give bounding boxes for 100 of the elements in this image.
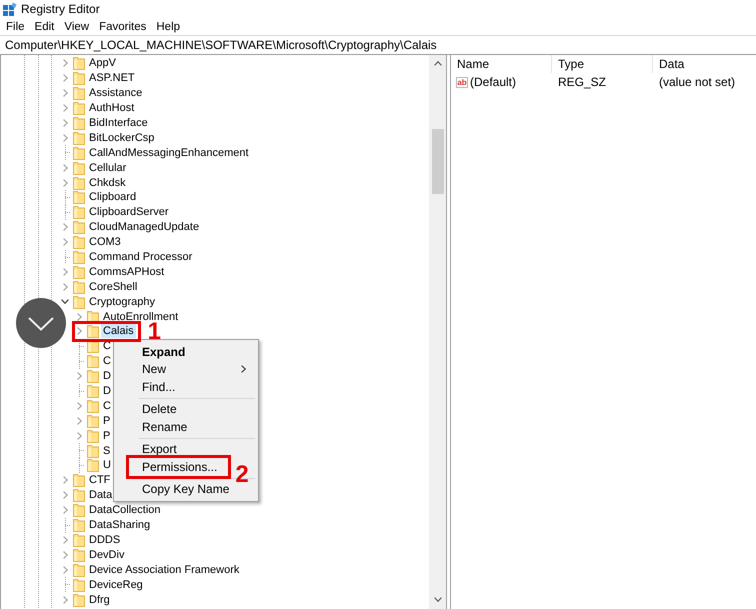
tree-item[interactable]: Cryptography — [87, 294, 158, 309]
menu-item[interactable]: Find... — [142, 380, 176, 394]
tree-item[interactable]: C — [101, 398, 113, 413]
tree-item[interactable]: BitLockerCsp — [87, 130, 156, 145]
menu-item[interactable]: Expand — [142, 344, 186, 359]
tree-item[interactable]: AppV — [87, 56, 118, 70]
folder-icon — [73, 294, 85, 309]
tree-item[interactable]: S — [101, 444, 112, 458]
scrollbar-thumb[interactable] — [432, 129, 444, 194]
tree-item[interactable]: ASP.NET — [87, 71, 137, 86]
value-data: (value not set) — [659, 75, 736, 89]
tree-item[interactable]: CloudManagedUpdate — [87, 220, 202, 234]
chevron-right-icon[interactable] — [62, 223, 68, 232]
tree-item[interactable]: AuthHost — [87, 101, 136, 116]
chevron-right-icon[interactable] — [62, 566, 68, 574]
menu-item[interactable]: Export — [142, 442, 177, 456]
chevron-right-icon[interactable] — [62, 238, 68, 246]
chevron-right-icon[interactable] — [76, 327, 82, 336]
chevron-right-icon[interactable] — [62, 491, 68, 500]
menu-bar-item[interactable]: Edit — [30, 18, 60, 34]
chevron-right-icon[interactable] — [76, 402, 82, 410]
folder-icon — [73, 146, 85, 160]
folder-icon — [73, 205, 85, 220]
chevron-right-icon[interactable] — [76, 416, 82, 425]
tree-item[interactable]: ClipboardServer — [87, 205, 170, 220]
folder-icon — [73, 86, 85, 100]
chevron-right-icon[interactable] — [62, 134, 68, 142]
tree-item[interactable]: Device Association Framework — [87, 562, 242, 577]
menu-item[interactable]: Rename — [142, 420, 188, 434]
tree-item[interactable]: D — [101, 384, 113, 398]
chevron-right-icon[interactable] — [62, 506, 68, 514]
chevron-right-icon[interactable] — [62, 164, 68, 172]
tree-item[interactable]: P — [101, 414, 112, 428]
chevron-right-icon[interactable] — [76, 372, 82, 380]
chevron-up-icon[interactable] — [434, 61, 442, 66]
tree-item[interactable]: DataCollection — [87, 503, 163, 518]
folder-icon — [87, 414, 99, 428]
chevron-right-icon[interactable] — [62, 282, 68, 291]
chevron-right-icon[interactable] — [76, 432, 82, 440]
menu-item[interactable]: New — [142, 362, 166, 376]
chevron-right-icon[interactable] — [62, 536, 68, 544]
menu-item[interactable]: Permissions... — [142, 460, 218, 474]
tree-item[interactable]: Dfrg — [87, 592, 112, 606]
folder-icon — [73, 578, 85, 592]
menu-bar-item[interactable]: View — [59, 18, 94, 34]
chevron-right-icon[interactable] — [62, 596, 68, 604]
menu-bar-item[interactable]: Help — [151, 18, 186, 34]
tree-item[interactable]: CTF — [87, 473, 112, 488]
tree-item[interactable]: Calais — [101, 324, 136, 338]
chevron-down-icon[interactable] — [434, 597, 442, 602]
tree-item[interactable]: CommsAPHost — [87, 264, 166, 279]
chevron-right-icon[interactable] — [62, 74, 68, 82]
tree-item[interactable]: DevDiv — [87, 548, 126, 562]
tree-item[interactable]: Assistance — [87, 86, 144, 100]
folder-icon — [73, 130, 85, 145]
chevron-right-icon[interactable] — [62, 268, 68, 276]
tree-item[interactable]: DataSharing — [87, 518, 152, 532]
chevron-right-icon[interactable] — [62, 476, 68, 484]
tree-item[interactable]: Command Processor — [87, 250, 194, 264]
column-header[interactable]: Name — [451, 55, 552, 73]
tree-item[interactable]: BidInterface — [87, 116, 150, 130]
tree-item[interactable]: CallAndMessagingEnhancement — [87, 146, 251, 160]
tree-item[interactable]: D — [101, 369, 113, 384]
chevron-right-icon[interactable] — [62, 59, 68, 68]
chevron-right-icon[interactable] — [62, 119, 68, 127]
folder-icon — [87, 324, 99, 338]
highlight-frame — [72, 321, 141, 342]
folder-icon — [73, 71, 85, 86]
tree-item[interactable]: P — [101, 428, 112, 443]
folder-icon — [73, 220, 85, 234]
tree-item[interactable]: DeviceReg — [87, 578, 145, 592]
circled-chevron-down-icon[interactable] — [16, 298, 66, 348]
column-header[interactable]: Data — [653, 55, 756, 73]
tree-item[interactable]: C — [101, 354, 113, 368]
chevron-right-icon[interactable] — [76, 312, 82, 321]
tree-item[interactable]: COM3 — [87, 235, 123, 250]
chevron-down-icon[interactable] — [61, 299, 69, 304]
menu-bar-item[interactable]: Favorites — [94, 18, 152, 34]
column-header[interactable]: Type — [552, 55, 653, 73]
tree-item[interactable]: Chkdsk — [87, 176, 128, 190]
chevron-right-icon[interactable] — [62, 89, 68, 98]
tree-item[interactable]: Cellular — [87, 160, 128, 175]
address-field[interactable]: Computer\HKEY_LOCAL_MACHINE\SOFTWARE\Microsoft\Cryptography\Calais — [0, 35, 756, 55]
chevron-right-icon[interactable] — [62, 104, 68, 112]
tree-item[interactable]: Data — [87, 488, 114, 502]
string-value-icon: ab — [456, 76, 468, 88]
menu-item[interactable]: Copy Key Name — [142, 482, 230, 496]
tree-item[interactable]: Clipboard — [87, 190, 138, 204]
tree-item[interactable]: U — [101, 458, 113, 472]
folder-icon — [87, 428, 99, 443]
folder-icon — [73, 592, 85, 606]
tree-item[interactable]: CoreShell — [87, 280, 140, 294]
chevron-right-icon[interactable] — [62, 178, 68, 187]
folder-icon — [73, 473, 85, 488]
folder-icon — [87, 458, 99, 472]
menu-item[interactable]: Delete — [142, 402, 177, 416]
menu-bar-item[interactable]: File — [1, 18, 30, 34]
tree-item[interactable]: DDDS — [87, 532, 122, 547]
folder-icon — [73, 190, 85, 204]
chevron-right-icon[interactable] — [62, 550, 68, 559]
